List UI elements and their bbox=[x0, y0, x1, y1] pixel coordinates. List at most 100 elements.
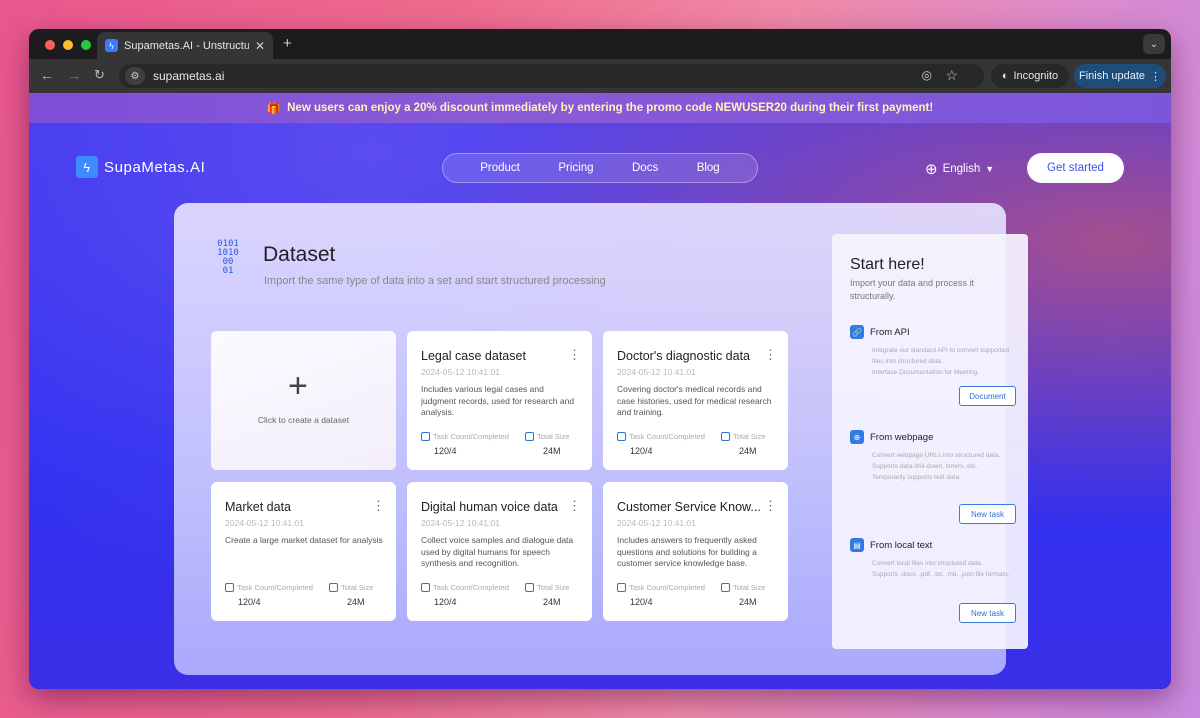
card-title: Doctor's diagnostic data bbox=[617, 349, 751, 363]
url-text: supametas.ai bbox=[153, 69, 225, 83]
nav-item-product[interactable]: Product bbox=[480, 162, 520, 174]
card-description: Create a large market dataset for analys… bbox=[225, 535, 383, 545]
nav-item-docs[interactable]: Docs bbox=[632, 162, 658, 174]
create-dataset-label: Click to create a dataset bbox=[257, 415, 350, 425]
total-size-stat: Total Size bbox=[525, 432, 570, 441]
nav-item-blog[interactable]: Blog bbox=[697, 162, 720, 174]
incognito-badge[interactable]: ◐ Incognito bbox=[991, 64, 1069, 88]
dataset-card[interactable]: Doctor's diagnostic data ⋮ 2024-05-12 10… bbox=[603, 331, 788, 470]
incognito-label: Incognito bbox=[1013, 70, 1059, 82]
task-count-label: Task Count/Completed bbox=[629, 432, 705, 441]
total-size-label: Total Size bbox=[733, 583, 766, 592]
close-window-button[interactable] bbox=[45, 40, 55, 50]
total-size-label: Total Size bbox=[537, 432, 570, 441]
task-count-stat: Task Count/Completed bbox=[225, 583, 313, 592]
storage-icon bbox=[525, 432, 534, 441]
document-button[interactable]: Document bbox=[959, 386, 1016, 406]
task-count-label: Task Count/Completed bbox=[629, 583, 705, 592]
address-bar[interactable]: ⚙ supametas.ai ◎ ☆ bbox=[119, 64, 984, 88]
eye-slash-icon[interactable]: ◎ bbox=[922, 68, 932, 82]
section-description: Convert webpage URLs into structured dat… bbox=[872, 452, 1001, 481]
card-description: Includes answers to frequently asked que… bbox=[617, 535, 757, 568]
clipboard-icon bbox=[421, 583, 430, 592]
new-task-button-local[interactable]: New task bbox=[959, 603, 1016, 623]
start-subtitle: Import your data and process it structur… bbox=[850, 278, 975, 301]
caret-down-icon: ▼ bbox=[985, 164, 995, 174]
storage-icon bbox=[721, 432, 730, 441]
card-description: Includes various legal cases and judgmen… bbox=[421, 384, 575, 417]
section-api-heading: 🔗 From API bbox=[850, 325, 910, 339]
task-count-stat: Task Count/Completed bbox=[617, 432, 705, 441]
storage-icon bbox=[329, 583, 338, 592]
close-icon[interactable]: ✕ bbox=[255, 39, 265, 53]
star-icon[interactable]: ☆ bbox=[945, 67, 958, 84]
total-size-value: 24M bbox=[347, 597, 365, 607]
new-task-button-webpage[interactable]: New task bbox=[959, 504, 1016, 524]
card-date: 2024-05-12 10:41:01 bbox=[421, 518, 500, 528]
total-size-stat: Total Size bbox=[721, 432, 766, 441]
reload-icon[interactable]: ↻ bbox=[94, 67, 105, 83]
card-title: Customer Service Know... bbox=[617, 500, 761, 514]
language-selector[interactable]: ⊕ English ▼ bbox=[925, 160, 994, 178]
maximize-window-button[interactable] bbox=[81, 40, 91, 50]
kebab-menu-icon: ⋮ bbox=[1150, 70, 1162, 83]
site-settings-icon[interactable]: ⚙ bbox=[125, 67, 145, 85]
more-options-icon[interactable]: ⋮ bbox=[764, 498, 777, 514]
section-description: Convert local files into structured data… bbox=[872, 560, 1010, 578]
incognito-icon: ◐ bbox=[1001, 70, 1009, 82]
create-dataset-card[interactable]: + Click to create a dataset bbox=[211, 331, 396, 470]
total-size-value: 24M bbox=[543, 597, 561, 607]
start-here-panel: Start here! Import your data and process… bbox=[832, 234, 1028, 649]
section-webpage-heading: ⊕ From webpage bbox=[850, 430, 933, 444]
dataset-card[interactable]: Legal case dataset ⋮ 2024-05-12 10:41:01… bbox=[407, 331, 592, 470]
forward-arrow-icon[interactable]: → bbox=[67, 67, 81, 83]
page-subtitle: Import the same type of data into a set … bbox=[264, 275, 606, 287]
finish-update-button[interactable]: Finish update ⋮ bbox=[1074, 64, 1166, 88]
back-arrow-icon[interactable]: ← bbox=[40, 67, 54, 83]
task-count-stat: Task Count/Completed bbox=[617, 583, 705, 592]
page-title: Dataset bbox=[263, 243, 336, 266]
dataset-card[interactable]: Digital human voice data ⋮ 2024-05-12 10… bbox=[407, 482, 592, 621]
total-size-stat: Total Size bbox=[525, 583, 570, 592]
task-count-value: 120/4 bbox=[434, 446, 457, 456]
section-description: Integrate our standard API to convert su… bbox=[872, 347, 1009, 376]
task-count-stat: Task Count/Completed bbox=[421, 432, 509, 441]
card-description: Collect voice samples and dialogue data … bbox=[421, 535, 574, 568]
task-count-stat: Task Count/Completed bbox=[421, 583, 509, 592]
globe-icon: ⊕ bbox=[850, 430, 864, 444]
tab-strip: ϟ Supametas.AI - Unstructured ✕ + ⌄ bbox=[29, 29, 1171, 59]
browser-tab[interactable]: ϟ Supametas.AI - Unstructured ✕ bbox=[97, 32, 273, 59]
new-tab-button[interactable]: + bbox=[283, 35, 292, 52]
more-options-icon[interactable]: ⋮ bbox=[372, 498, 385, 514]
get-started-button[interactable]: Get started bbox=[1027, 153, 1124, 183]
dataset-card[interactable]: Customer Service Know... ⋮ 2024-05-12 10… bbox=[603, 482, 788, 621]
clipboard-icon bbox=[421, 432, 430, 441]
finish-update-label: Finish update bbox=[1078, 70, 1146, 82]
card-title: Digital human voice data bbox=[421, 500, 558, 514]
binary-digits: 0101 1010 00 01 bbox=[217, 239, 239, 276]
brand-logo[interactable]: ϟ SupaMetas.AI bbox=[76, 156, 205, 178]
clipboard-icon bbox=[617, 432, 626, 441]
browser-toolbar: ← → ↻ ⚙ supametas.ai ◎ ☆ ◐ Incognito Fin… bbox=[29, 59, 1171, 93]
nav-item-pricing[interactable]: Pricing bbox=[558, 162, 593, 174]
total-size-value: 24M bbox=[739, 597, 757, 607]
more-options-icon[interactable]: ⋮ bbox=[764, 347, 777, 363]
total-size-value: 24M bbox=[543, 446, 561, 456]
globe-icon: ⊕ bbox=[925, 161, 938, 178]
chevron-down-icon[interactable]: ⌄ bbox=[1143, 34, 1165, 54]
card-date: 2024-05-12 10:41:01 bbox=[225, 518, 304, 528]
task-count-label: Task Count/Completed bbox=[237, 583, 313, 592]
task-count-label: Task Count/Completed bbox=[433, 432, 509, 441]
task-count-value: 120/4 bbox=[238, 597, 261, 607]
site-header: ϟ SupaMetas.AI Product Pricing Docs Blog… bbox=[29, 123, 1171, 195]
minimize-window-button[interactable] bbox=[63, 40, 73, 50]
more-options-icon[interactable]: ⋮ bbox=[568, 347, 581, 363]
bolt-icon: ϟ bbox=[76, 156, 98, 178]
promo-text: New users can enjoy a 20% discount immed… bbox=[287, 102, 934, 114]
plus-icon: + bbox=[288, 367, 308, 405]
dataset-card[interactable]: Market data ⋮ 2024-05-12 10:41:01 Create… bbox=[211, 482, 396, 621]
card-description: Covering doctor's medical records and ca… bbox=[617, 384, 772, 417]
more-options-icon[interactable]: ⋮ bbox=[568, 498, 581, 514]
clipboard-icon bbox=[617, 583, 626, 592]
task-count-label: Task Count/Completed bbox=[433, 583, 509, 592]
